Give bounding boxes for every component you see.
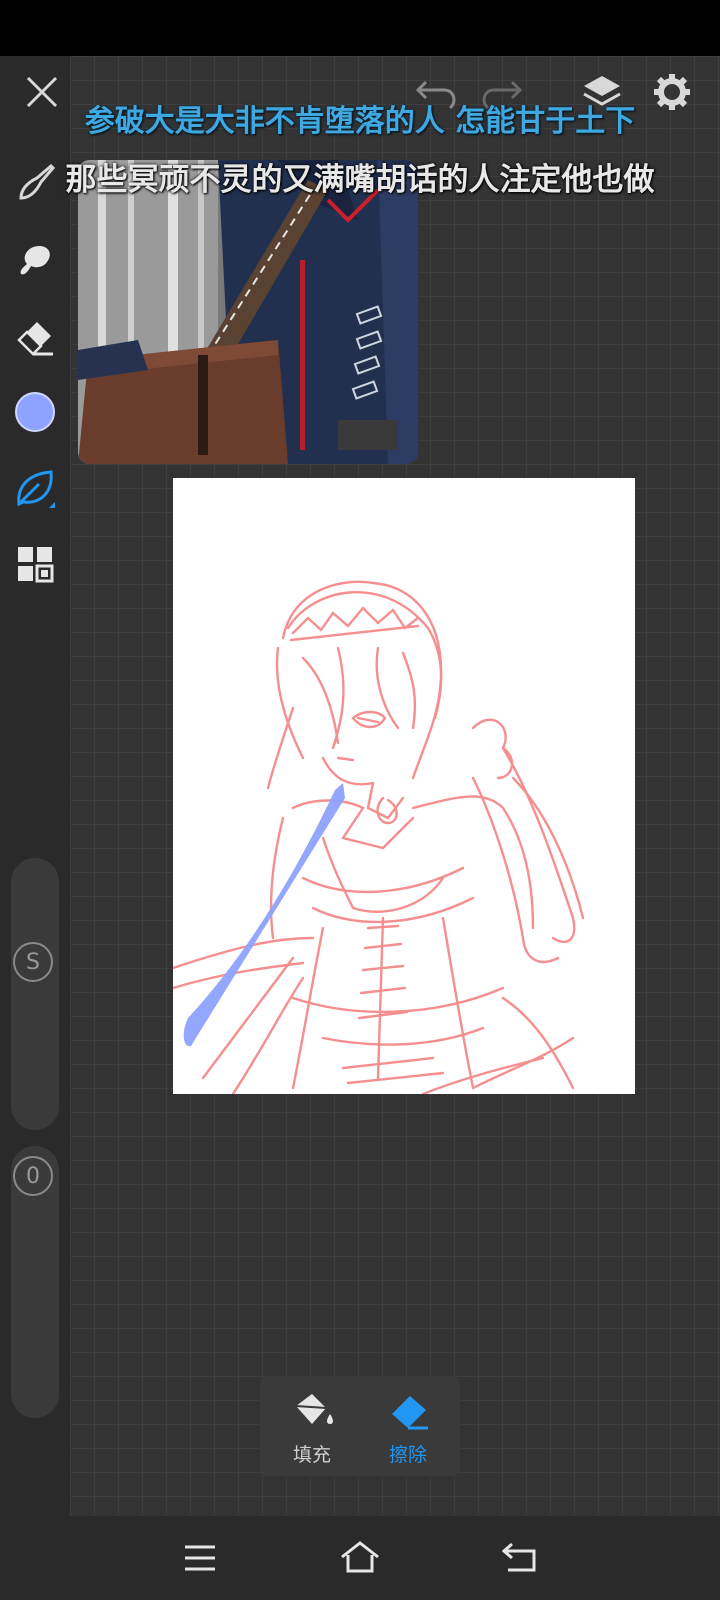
left-toolbar: S 0 (0, 56, 70, 1516)
lyric-line-2: 那些冥顽不灵的又满嘴胡话的人注定他也做 (65, 162, 655, 198)
menu-icon (185, 1545, 215, 1571)
brush-type-tool[interactable] (11, 464, 59, 512)
fill-button[interactable]: 填充 (264, 1376, 360, 1476)
current-color-swatch (15, 392, 55, 432)
fill-erase-panel: 填充 擦除 (260, 1376, 460, 1476)
drawing-canvas[interactable] (173, 478, 635, 1094)
paint-bucket-icon (295, 1394, 333, 1424)
opacity-slider-label: 0 (26, 1163, 40, 1189)
more-tools[interactable] (11, 540, 59, 588)
eraser-icon (392, 1396, 428, 1430)
back-button[interactable] (496, 1534, 544, 1582)
back-icon (502, 1542, 536, 1572)
home-button[interactable] (336, 1534, 384, 1582)
lyric-line-1: 参破大是大非不肯堕落的人 怎能甘于土下 (84, 104, 636, 139)
home-icon (341, 1541, 379, 1573)
color-swatch[interactable] (11, 388, 59, 436)
recent-apps-button[interactable] (176, 1534, 224, 1582)
erase-label: 擦除 (388, 1444, 427, 1466)
smudge-tool[interactable] (11, 236, 59, 284)
opacity-slider-thumb[interactable]: 0 (13, 1156, 53, 1196)
fill-label: 填充 (292, 1444, 331, 1466)
leaf-brush-icon (17, 470, 55, 508)
smudge-icon (20, 246, 50, 275)
reference-illustration (78, 160, 418, 464)
size-slider[interactable] (11, 858, 59, 1130)
grid-icon (18, 547, 54, 583)
eraser-icon (17, 322, 53, 356)
size-slider-thumb[interactable]: S (13, 942, 53, 982)
eraser-tool[interactable] (11, 312, 59, 360)
reference-image[interactable] (78, 160, 418, 464)
size-slider-label: S (26, 949, 40, 975)
sketch-drawing (173, 580, 585, 1094)
status-bar (0, 0, 720, 56)
erase-button[interactable]: 擦除 (360, 1376, 456, 1476)
navigation-bar (0, 1516, 720, 1600)
